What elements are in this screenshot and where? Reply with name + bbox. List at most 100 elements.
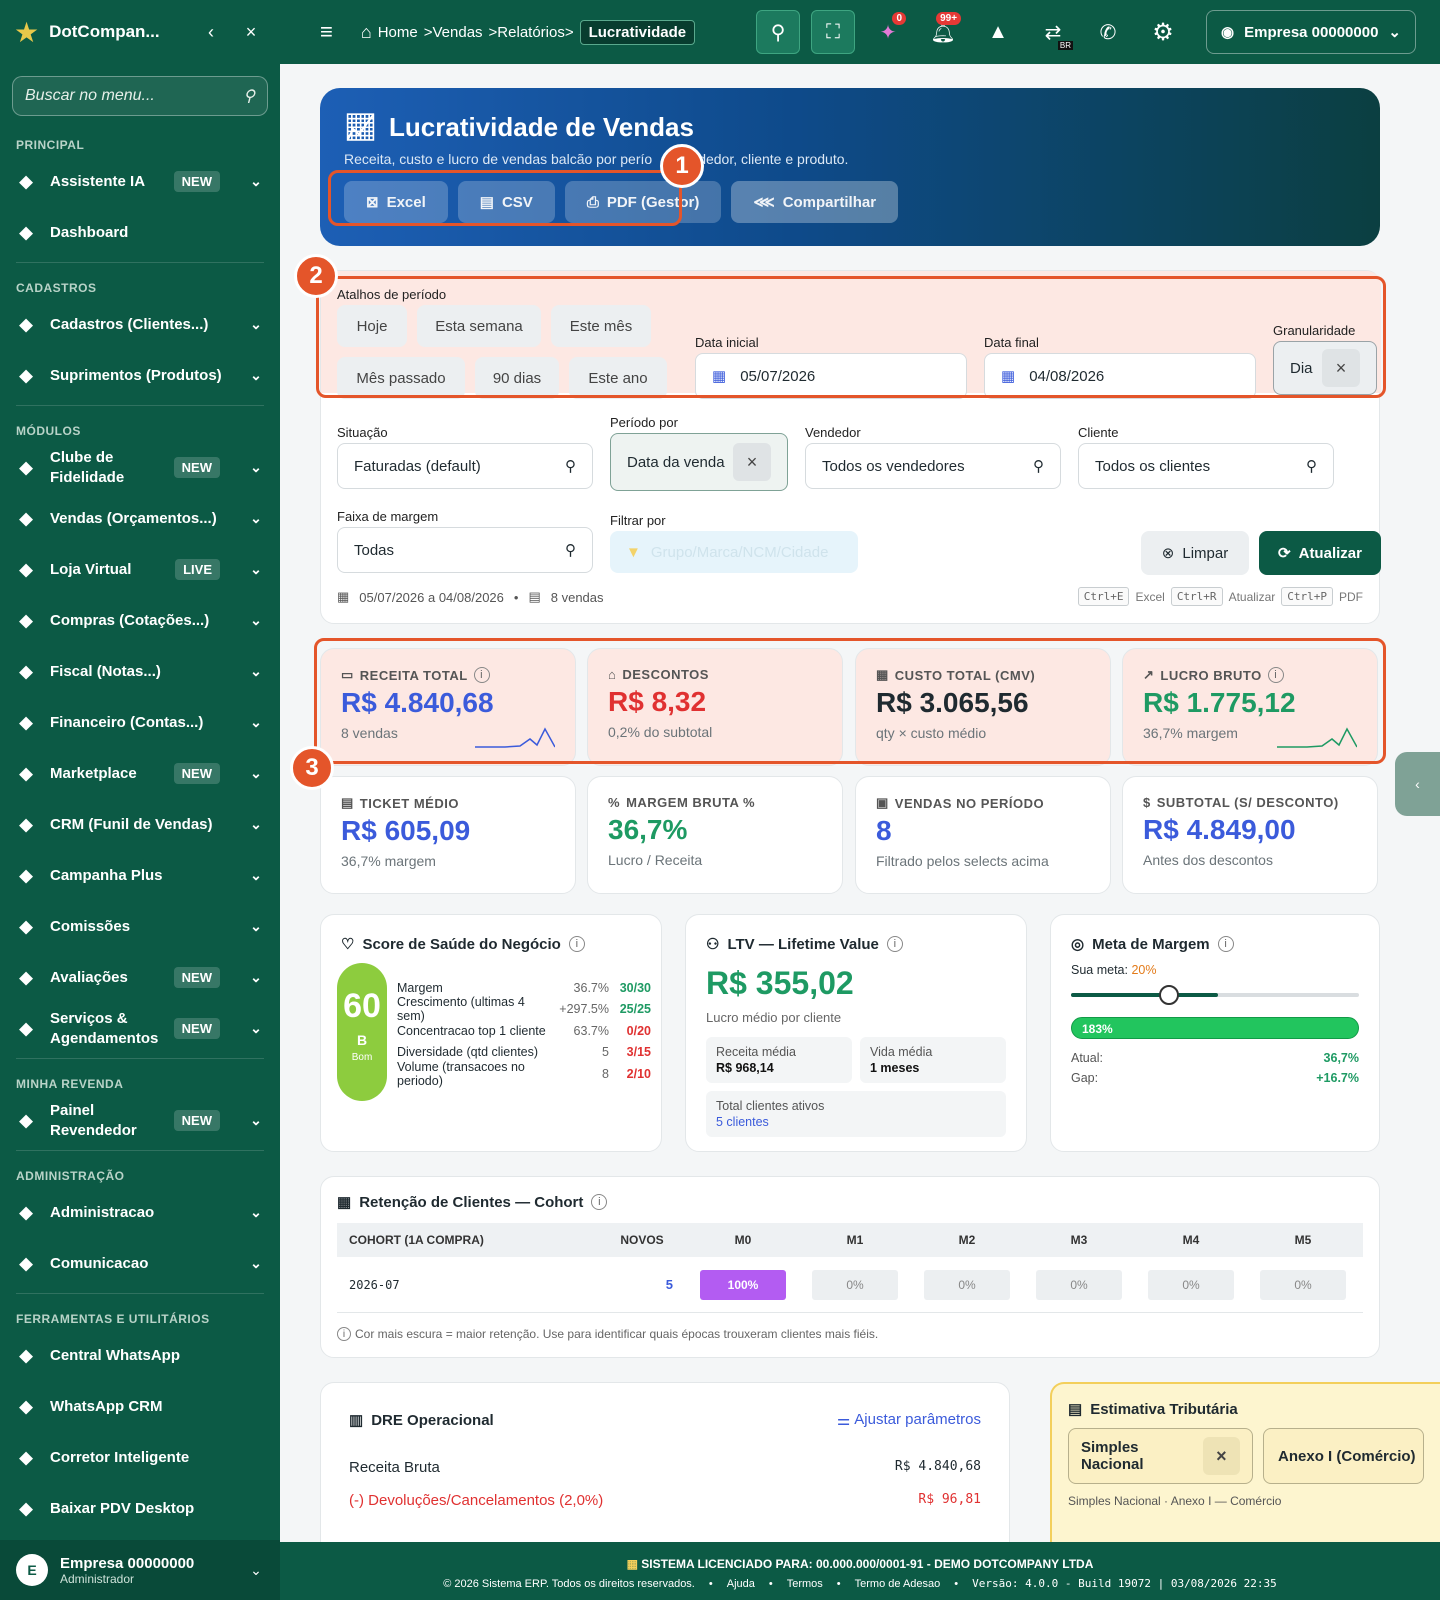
seller-select[interactable]: Todos os vendedores ⚲ <box>805 443 1061 489</box>
funnel-icon: ▼ <box>626 543 641 561</box>
info-icon[interactable]: i <box>568 936 585 952</box>
sidebar-user[interactable]: E Empresa 00000000 Administrador ⌄ <box>0 1540 280 1600</box>
kpi-value: 36,7% <box>608 814 688 845</box>
menu-search-input[interactable]: Buscar no menu... ⚲ <box>12 76 268 116</box>
sidebar-item[interactable]: ◆ Assistente IA NEW ⌄ <box>0 156 280 207</box>
home-icon[interactable]: ⌂ <box>361 22 372 43</box>
score-row-name: Crescimento (ultimas 4 sem) <box>397 995 525 1024</box>
sidebar-item[interactable]: ◆ Comissões ⌄ <box>0 901 280 952</box>
sidebar-item-label: Baixar PDV Desktop <box>50 1499 195 1517</box>
whatsapp-button[interactable]: ✆ <box>1086 10 1130 54</box>
sidebar-item-label: Central WhatsApp <box>50 1346 181 1364</box>
health-score-title: Score de Saúde do Negócio <box>362 935 561 953</box>
score-row-score: 2/10 <box>626 1066 651 1081</box>
table-icon: ▤ <box>1068 1401 1083 1418</box>
crumb-home[interactable]: Home <box>378 24 418 41</box>
main-content: 📈︎ Lucratividade de Vendas Receita, custo… <box>280 64 1440 1542</box>
margin-range-select[interactable]: Todas ⚲ <box>337 527 593 573</box>
sidebar-item[interactable]: ◆ Avaliações NEW ⌄ <box>0 952 280 1003</box>
fullscreen-button[interactable]: ⛶ <box>811 10 856 54</box>
sidebar-item[interactable]: ◆ WhatsApp CRM <box>0 1381 280 1432</box>
sidebar-item[interactable]: ◆ Compras (Cotações...) ⌄ <box>0 595 280 646</box>
sidebar-item[interactable]: ◆ Serviços & Agendamentos NEW ⌄ <box>0 1003 280 1054</box>
expand-icon: ⛶ <box>826 20 841 43</box>
calendar-check-icon: ◆ <box>19 1018 33 1038</box>
sidebar-item[interactable]: ◆ Baixar PDV Desktop <box>0 1483 280 1534</box>
kpi-card: $ SUBTOTAL (S/ DESCONTO) R$ 4.849,00 Antes … <box>1122 776 1378 894</box>
cohort-header: COHORT (1A COMPRA) NOVOS M0 M1 M2 M3 M4 … <box>337 1223 1363 1257</box>
star-logo-icon: ★ <box>14 16 40 48</box>
refresh-icon: ⟳ <box>1278 545 1291 562</box>
sidebar-item[interactable]: ◆ Painel Revendedor NEW ⌄ <box>0 1095 280 1146</box>
crumb-relatorios[interactable]: >Relatórios> <box>489 24 574 41</box>
chevron-down-icon[interactable]: ⌄ <box>248 1562 264 1579</box>
sidebar-item[interactable]: ◆ Loja Virtual LIVE ⌄ <box>0 544 280 595</box>
health-score-value: 60 <box>343 987 381 1025</box>
dre-row-gross: Receita Bruta R$ 4.840,68 <box>349 1459 981 1476</box>
tax-estimate-card: ▤ Estimativa Tributária Simples Nacional ×… <box>1050 1382 1440 1542</box>
sidebar-item[interactable]: ◆ Suprimentos (Produtos) ⌄ <box>0 350 280 401</box>
sidebar-item-label: Compras (Cotações...) <box>50 611 210 629</box>
refresh-button[interactable]: ⟳ Atualizar <box>1259 531 1381 575</box>
clear-period-icon[interactable]: × <box>733 443 771 481</box>
health-score-grade: B <box>356 1032 368 1048</box>
help-link[interactable]: Ajuda <box>727 1574 755 1594</box>
adhesion-link[interactable]: Termo de Adesao <box>855 1574 941 1594</box>
info-icon[interactable]: i <box>886 936 903 952</box>
sidebar-item[interactable]: ◆ Vendas (Orçamentos...) ⌄ <box>0 493 280 544</box>
sidebar-item-label: Suprimentos (Produtos) <box>50 366 222 384</box>
slider-thumb[interactable] <box>1158 985 1179 1005</box>
cohort-cell-m4: 0% <box>1148 1269 1234 1300</box>
client-select[interactable]: Todos os clientes ⚲ <box>1078 443 1334 489</box>
tax-annex-select[interactable]: Anexo I (Comércio) <box>1263 1428 1424 1484</box>
sidebar-item[interactable]: ◆ Fiscal (Notas...) ⌄ <box>0 646 280 697</box>
clear-regime-icon[interactable]: × <box>1202 1437 1241 1475</box>
adjust-params-link[interactable]: ⚌ Ajustar parâmetros <box>837 1411 981 1429</box>
notifications-button[interactable]: 🔔︎ 99+ <box>921 10 965 54</box>
clear-button[interactable]: ⊗ Limpar <box>1141 531 1249 575</box>
notification-count-badge: 99+ <box>936 12 962 25</box>
period-by-select[interactable]: Data da venda × <box>610 433 788 491</box>
score-row-name: Volume (transacoes no periodo) <box>397 1059 525 1088</box>
sidebar-item[interactable]: ◆ Central WhatsApp <box>0 1330 280 1381</box>
sidebar-item[interactable]: ◆ Marketplace NEW ⌄ <box>0 748 280 799</box>
hamburger-icon[interactable]: ≡ <box>320 19 333 45</box>
bell-solid-icon: ▲ <box>988 20 1008 43</box>
sidebar-item[interactable]: ◆ CRM (Funil de Vendas) ⌄ <box>0 799 280 850</box>
sidebar-item[interactable]: ◆ Cadastros (Clientes...) ⌄ <box>0 299 280 350</box>
users-icon: ⚇ <box>706 936 720 953</box>
status-select[interactable]: Faturadas (default) ⚲ <box>337 443 593 489</box>
store-icon: ◆ <box>19 1110 33 1130</box>
tax-regime-select[interactable]: Simples Nacional × <box>1068 1428 1254 1484</box>
kbd-refresh: Ctrl+R <box>1170 587 1223 606</box>
terms-link[interactable]: Termos <box>787 1574 823 1594</box>
goal-slider[interactable] <box>1071 985 1359 1005</box>
company-selector[interactable]: ◉ Empresa 00000000 ⌄ <box>1206 10 1416 54</box>
sidebar-item[interactable]: ◆ Comunicacao ⌄ <box>0 1238 280 1289</box>
collapse-icon[interactable]: ‹ <box>196 22 226 43</box>
settings-button[interactable]: ⚙ <box>1141 10 1185 54</box>
sidebar-item[interactable]: ◆ Financeiro (Contas...) ⌄ <box>0 697 280 748</box>
info-icon[interactable]: i <box>1217 936 1234 952</box>
close-icon[interactable]: × <box>236 22 266 43</box>
sidebar-item[interactable]: ◆ Dashboard <box>0 207 280 258</box>
filter-by-select[interactable]: ▼ Grupo/Marca/NCM/Cidade <box>610 531 858 573</box>
sidebar-item[interactable]: ◆ Corretor Inteligente <box>0 1432 280 1483</box>
sidebar-item[interactable]: ◆ Clube de Fidelidade NEW ⌄ <box>0 442 280 493</box>
language-button[interactable]: ⇄ BR <box>1031 10 1075 54</box>
sales-count: 8 vendas <box>550 589 604 605</box>
ai-button[interactable]: ✦ 0 <box>866 10 910 54</box>
search-button[interactable]: ⚲ <box>756 10 801 54</box>
side-drawer-tab[interactable]: ‹ <box>1395 752 1440 816</box>
info-icon[interactable]: i <box>591 1194 608 1210</box>
crumb-vendas[interactable]: >Vendas <box>424 24 483 41</box>
share-button[interactable]: ⋘ Compartilhar <box>731 181 899 223</box>
chart-line-icon: 📈︎ <box>344 112 378 142</box>
sparkle-icon: ◆ <box>19 171 33 191</box>
cohort-cell-m0: 100% <box>700 1269 786 1300</box>
alert-button[interactable]: ▲ <box>976 10 1020 54</box>
sidebar-item[interactable]: ◆ Campanha Plus ⌄ <box>0 850 280 901</box>
info-icon: i <box>337 1327 351 1341</box>
sidebar-item[interactable]: ◆ Administracao ⌄ <box>0 1187 280 1238</box>
dre-row-returns: (-) Devoluções/Cancelamentos (2,0%) R$ 96… <box>349 1492 981 1509</box>
